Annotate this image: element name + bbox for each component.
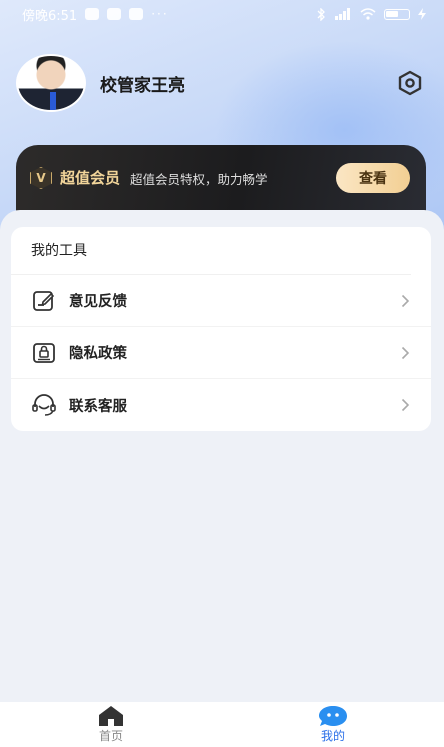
bluetooth-icon: [317, 7, 325, 21]
battery-icon: [384, 8, 410, 20]
bottom-tab-bar: 首页 我的: [0, 702, 444, 747]
tool-label: 隐私政策: [69, 346, 127, 362]
tool-item-customer-service[interactable]: 联系客服: [11, 379, 431, 431]
status-right: [316, 7, 426, 21]
tool-label: 联系客服: [69, 398, 127, 415]
status-bar: 傍晚6:51 ···: [0, 0, 444, 28]
profile-header: 校管家王亮: [16, 54, 428, 112]
feedback-icon: [31, 288, 57, 314]
chevron-right-icon: [401, 294, 411, 308]
avatar[interactable]: [16, 54, 86, 112]
chevron-right-icon: [401, 346, 411, 360]
vip-badge-icon: V: [30, 167, 52, 189]
chevron-right-icon: [401, 398, 411, 412]
status-time: 傍晚6:51: [22, 8, 78, 24]
settings-hexagon-icon: [398, 70, 422, 96]
signal-icon: [335, 8, 350, 20]
home-icon: [96, 705, 126, 727]
tools-section-title: 我的工具: [11, 227, 411, 275]
notification-app-icon: [107, 8, 122, 20]
charging-icon: [418, 8, 426, 20]
vip-description: 超值会员特权，助力畅学: [130, 172, 268, 187]
privacy-lock-icon: [31, 340, 57, 366]
status-left: 傍晚6:51 ···: [22, 5, 169, 24]
user-name: 校管家王亮: [100, 75, 185, 96]
settings-button[interactable]: [396, 69, 424, 97]
tab-home[interactable]: 首页: [0, 702, 222, 747]
tab-mine[interactable]: 我的: [222, 702, 444, 747]
tool-item-privacy[interactable]: 隐私政策: [11, 327, 431, 379]
notification-app-icon: [129, 8, 144, 20]
status-more-dots: ···: [151, 7, 169, 21]
tools-card: 我的工具 意见反馈 隐私政策 联系客服: [11, 227, 431, 431]
content-sheet: 我的工具 意见反馈 隐私政策 联系客服: [0, 210, 444, 702]
notification-app-icon: [85, 8, 100, 20]
chat-bubble-icon: [318, 705, 348, 727]
customer-service-icon: [31, 392, 57, 418]
vip-banner[interactable]: V 超值会员 超值会员特权，助力畅学 查看: [16, 145, 426, 215]
tab-label: 首页: [98, 729, 123, 743]
tab-label: 我的: [320, 729, 345, 743]
tool-item-feedback[interactable]: 意见反馈: [11, 275, 431, 327]
wifi-icon: [360, 8, 376, 20]
vip-view-button[interactable]: 查看: [336, 163, 410, 193]
vip-title: 超值会员: [60, 169, 121, 187]
tool-label: 意见反馈: [69, 294, 127, 310]
